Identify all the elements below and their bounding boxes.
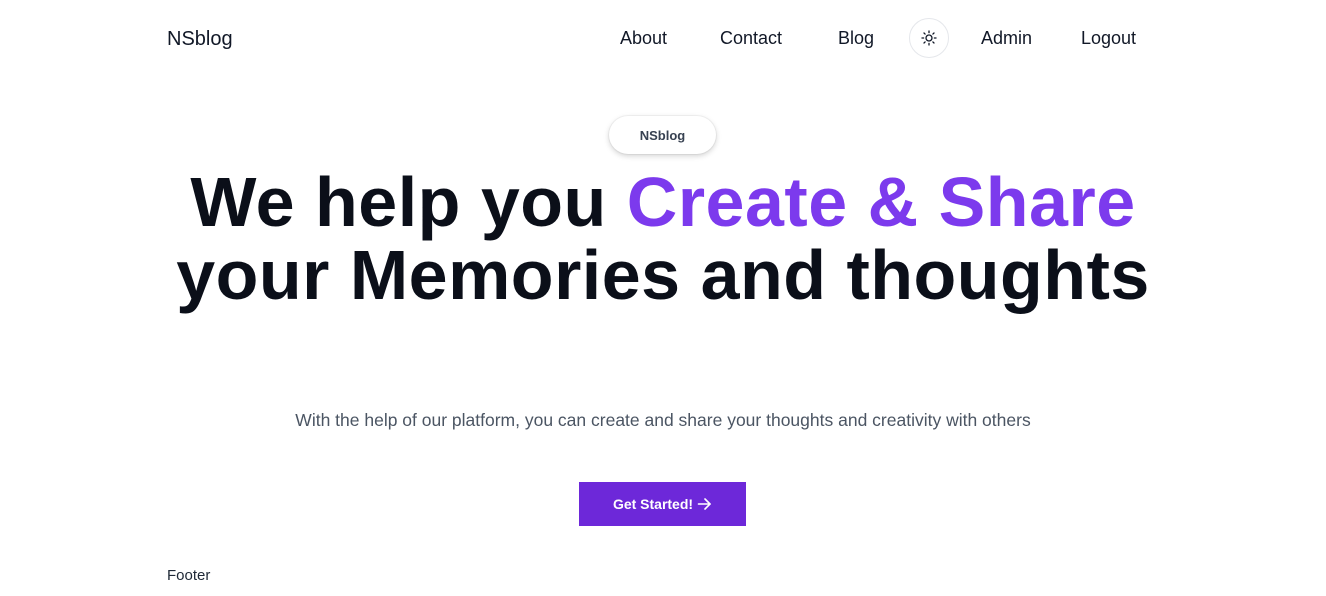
hero-title-accent: Create & Share [626, 163, 1136, 241]
hero-title: We help you Create & Share your Memories… [163, 166, 1163, 312]
theme-toggle-button[interactable] [909, 18, 949, 58]
hero-subtitle: With the help of our platform, you can c… [295, 410, 1031, 430]
hero-title-part2: your Memories and thoughts [176, 236, 1150, 314]
arrow-right-icon [697, 497, 712, 511]
hero-badge: NSblog [609, 116, 716, 154]
sun-icon [921, 30, 937, 46]
navbar: NSblog About Contact Blog Admin Logout [0, 0, 1326, 76]
nav-link-logout[interactable]: Logout [1081, 27, 1136, 49]
get-started-button[interactable]: Get Started! [579, 482, 746, 526]
nav-link-admin[interactable]: Admin [981, 27, 1032, 49]
brand-logo[interactable]: NSblog [167, 27, 233, 51]
footer: Footer [167, 567, 211, 584]
nav-link-about[interactable]: About [620, 27, 667, 49]
hero-title-part1: We help you [190, 163, 627, 241]
nav-link-contact[interactable]: Contact [720, 27, 782, 49]
get-started-label: Get Started! [612, 496, 694, 512]
nav-link-blog[interactable]: Blog [838, 27, 874, 49]
